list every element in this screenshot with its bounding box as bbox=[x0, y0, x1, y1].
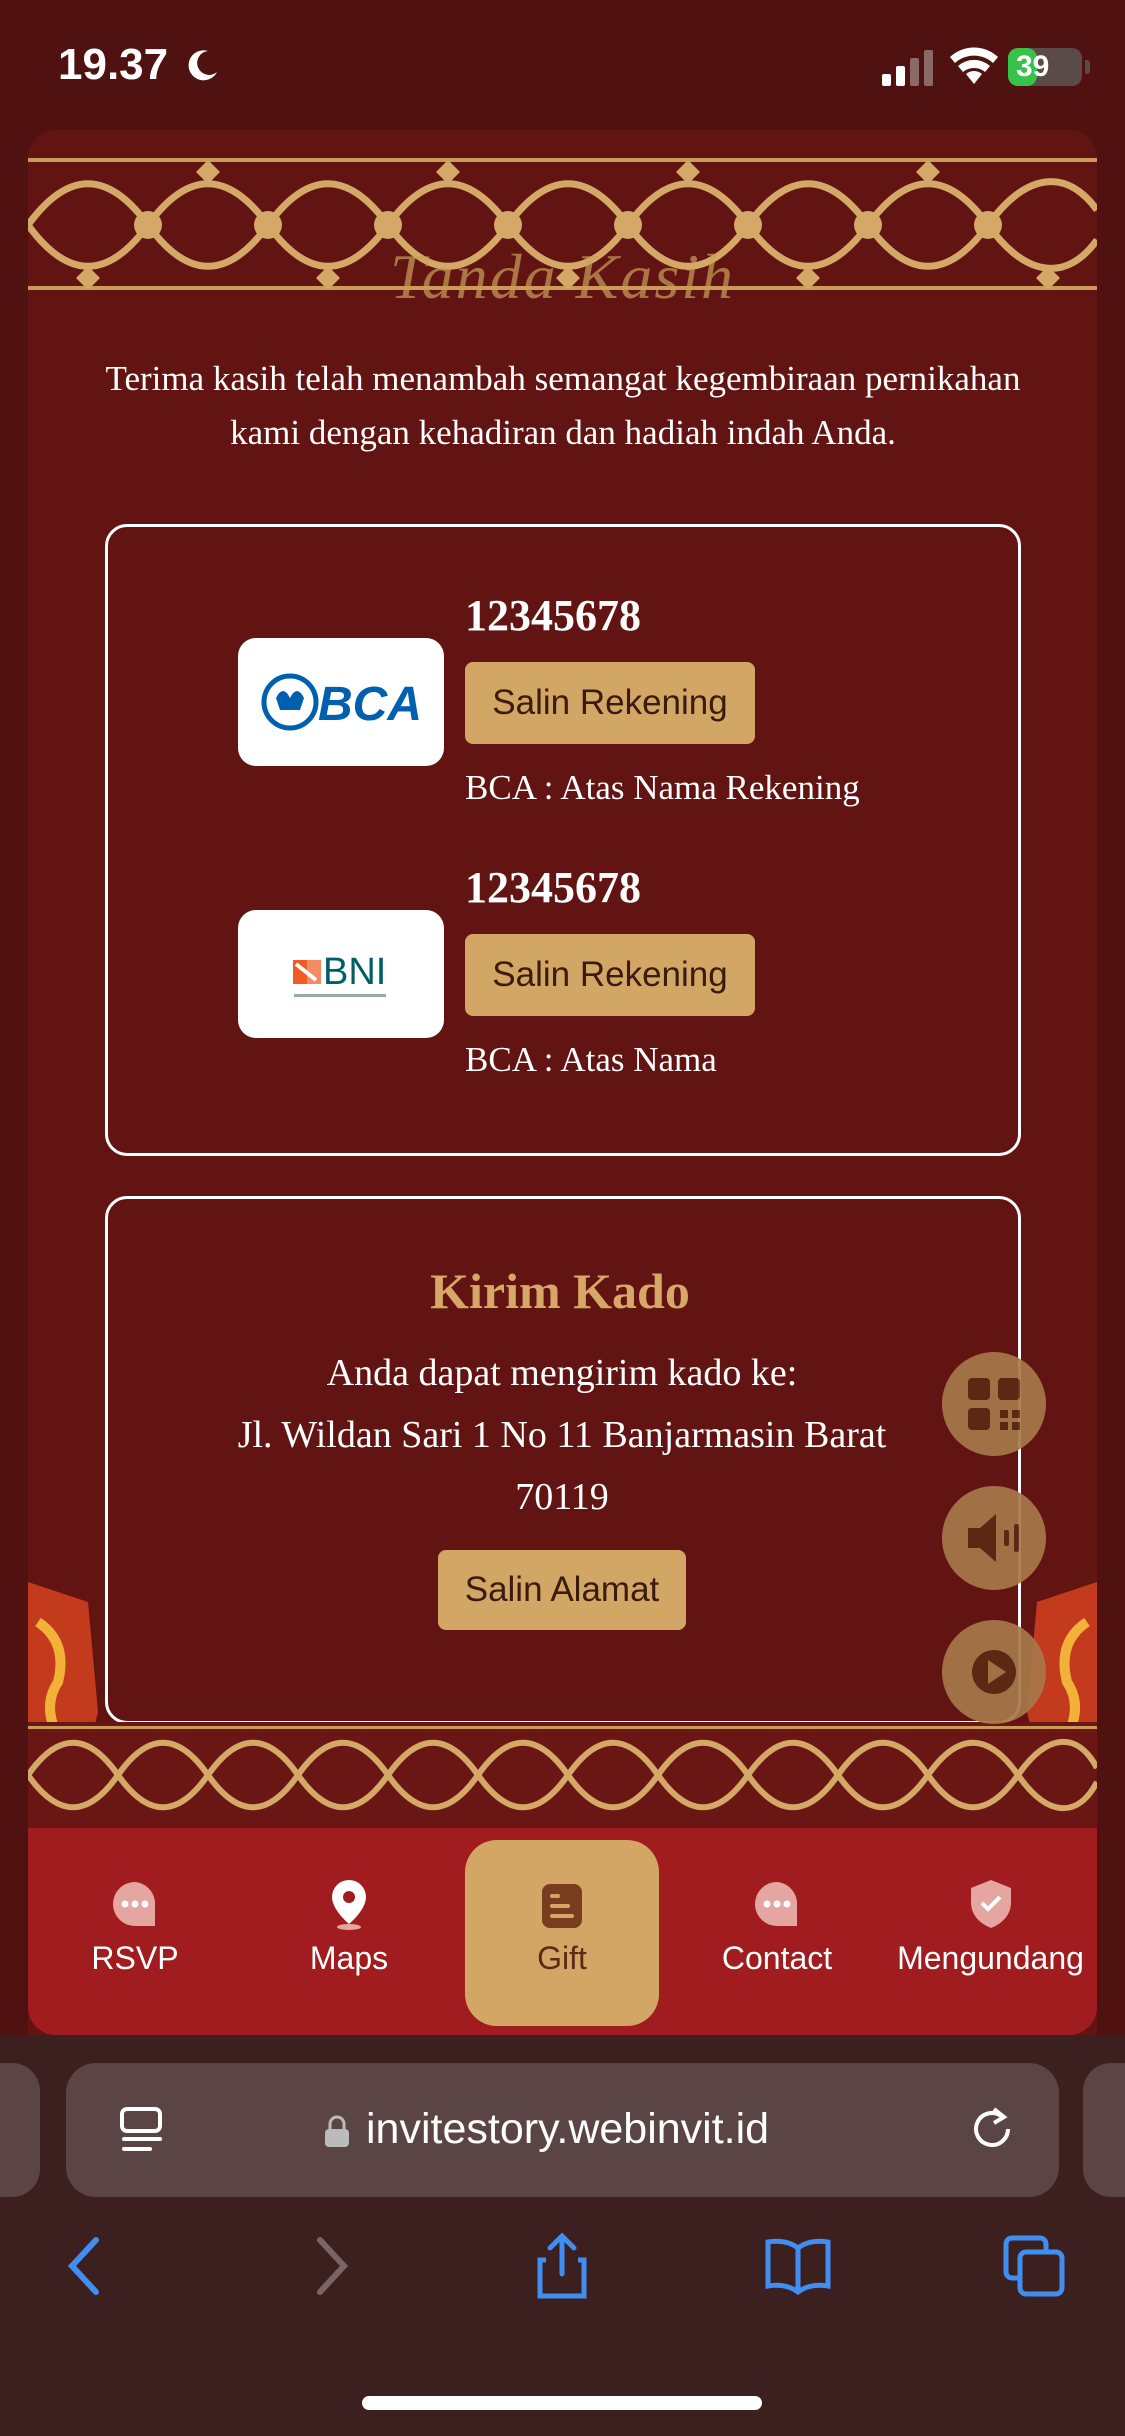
lock-icon bbox=[325, 2115, 349, 2147]
send-gift-line: Anda dapat mengirim kado ke: bbox=[326, 1352, 798, 1394]
chat-bubble-icon bbox=[755, 1882, 798, 1926]
account-number-bni: 12345678 bbox=[465, 863, 641, 912]
qr-code-icon bbox=[968, 1378, 1020, 1430]
home-indicator bbox=[362, 2396, 762, 2410]
bni-logo: BNI bbox=[238, 910, 444, 1038]
play-icon bbox=[972, 1650, 1016, 1694]
account-holder-bca: BCA : Atas Nama Rekening bbox=[465, 768, 860, 807]
intro-text: Terima kasih telah menambah semangat keg… bbox=[105, 359, 1021, 452]
status-bar: 19.37 39 bbox=[0, 0, 1125, 130]
svg-text:BCA: BCA bbox=[318, 678, 422, 731]
copy-address-button[interactable]: Salin Alamat bbox=[438, 1550, 686, 1630]
cellular-signal-icon bbox=[882, 50, 933, 86]
send-gift-title: Kirim Kado bbox=[430, 1263, 690, 1319]
browser-toolbar: invitestory.webinvit.id bbox=[0, 2035, 1125, 2436]
nav-contact[interactable]: Contact bbox=[670, 1828, 884, 2035]
next-tab-peek[interactable] bbox=[1083, 2063, 1125, 2197]
audio-button[interactable] bbox=[942, 1486, 1046, 1590]
nav-mengundang-label: Mengundang bbox=[897, 1940, 1084, 1976]
shield-check-icon bbox=[970, 1880, 1011, 1928]
qr-code-button[interactable] bbox=[942, 1352, 1046, 1456]
nav-maps[interactable]: Maps bbox=[242, 1828, 456, 2035]
nav-maps-label: Maps bbox=[309, 1940, 389, 1976]
nav-rsvp[interactable]: RSVP bbox=[28, 1828, 242, 2035]
copy-account-button-bca[interactable]: Salin Rekening bbox=[465, 662, 755, 744]
account-number-bca: 12345678 bbox=[465, 591, 641, 640]
copy-account-button-bni[interactable]: Salin Rekening bbox=[465, 934, 755, 1016]
nav-mengundang[interactable]: Mengundang bbox=[884, 1828, 1097, 2035]
bca-logo: BCA bbox=[238, 638, 444, 766]
speaker-icon bbox=[968, 1514, 1019, 1562]
account-holder-bni: BCA : Atas Nama bbox=[465, 1040, 717, 1079]
page-menu-icon[interactable] bbox=[116, 2103, 170, 2157]
map-pin-icon bbox=[332, 1880, 366, 1930]
section-title: Tanda Kasih bbox=[389, 241, 736, 312]
url-text: invitestory.webinvit.id bbox=[366, 2105, 770, 2153]
autoplay-button[interactable] bbox=[942, 1620, 1046, 1724]
reload-icon[interactable] bbox=[964, 2101, 1020, 2157]
address-bar[interactable]: invitestory.webinvit.id bbox=[66, 2063, 1059, 2197]
nav-gift-label: Gift bbox=[537, 1940, 587, 1976]
status-time: 19.37 bbox=[58, 40, 169, 89]
nav-rsvp-label: RSVP bbox=[91, 1940, 179, 1976]
wifi-icon bbox=[950, 47, 998, 84]
ornament-border-bottom bbox=[28, 1722, 1097, 1828]
chat-bubble-icon bbox=[113, 1882, 156, 1926]
gift-address: Jl. Wildan Sari 1 No 11 Banjarmasin Bara… bbox=[237, 1414, 887, 1518]
back-icon[interactable] bbox=[50, 2230, 122, 2302]
forward-icon[interactable] bbox=[294, 2230, 366, 2302]
previous-tab-peek[interactable] bbox=[0, 2063, 40, 2197]
tabs-icon[interactable] bbox=[998, 2230, 1070, 2302]
battery-indicator: 39 bbox=[1008, 48, 1090, 86]
bookmarks-icon[interactable] bbox=[762, 2230, 834, 2302]
gift-doc-icon bbox=[542, 1884, 582, 1928]
send-gift-text: Anda dapat mengirim kado ke: Jl. Wildan … bbox=[190, 1342, 934, 1528]
bottom-nav: RSVP Maps Gift Contact Mengundang bbox=[28, 1828, 1097, 2035]
nav-gift[interactable]: Gift bbox=[465, 1840, 659, 2026]
nav-contact-label: Contact bbox=[721, 1940, 833, 1976]
moon-icon bbox=[188, 50, 217, 81]
battery-percent: 39 bbox=[1016, 50, 1050, 83]
share-icon[interactable] bbox=[526, 2230, 598, 2302]
svg-text:BNI: BNI bbox=[323, 951, 386, 993]
